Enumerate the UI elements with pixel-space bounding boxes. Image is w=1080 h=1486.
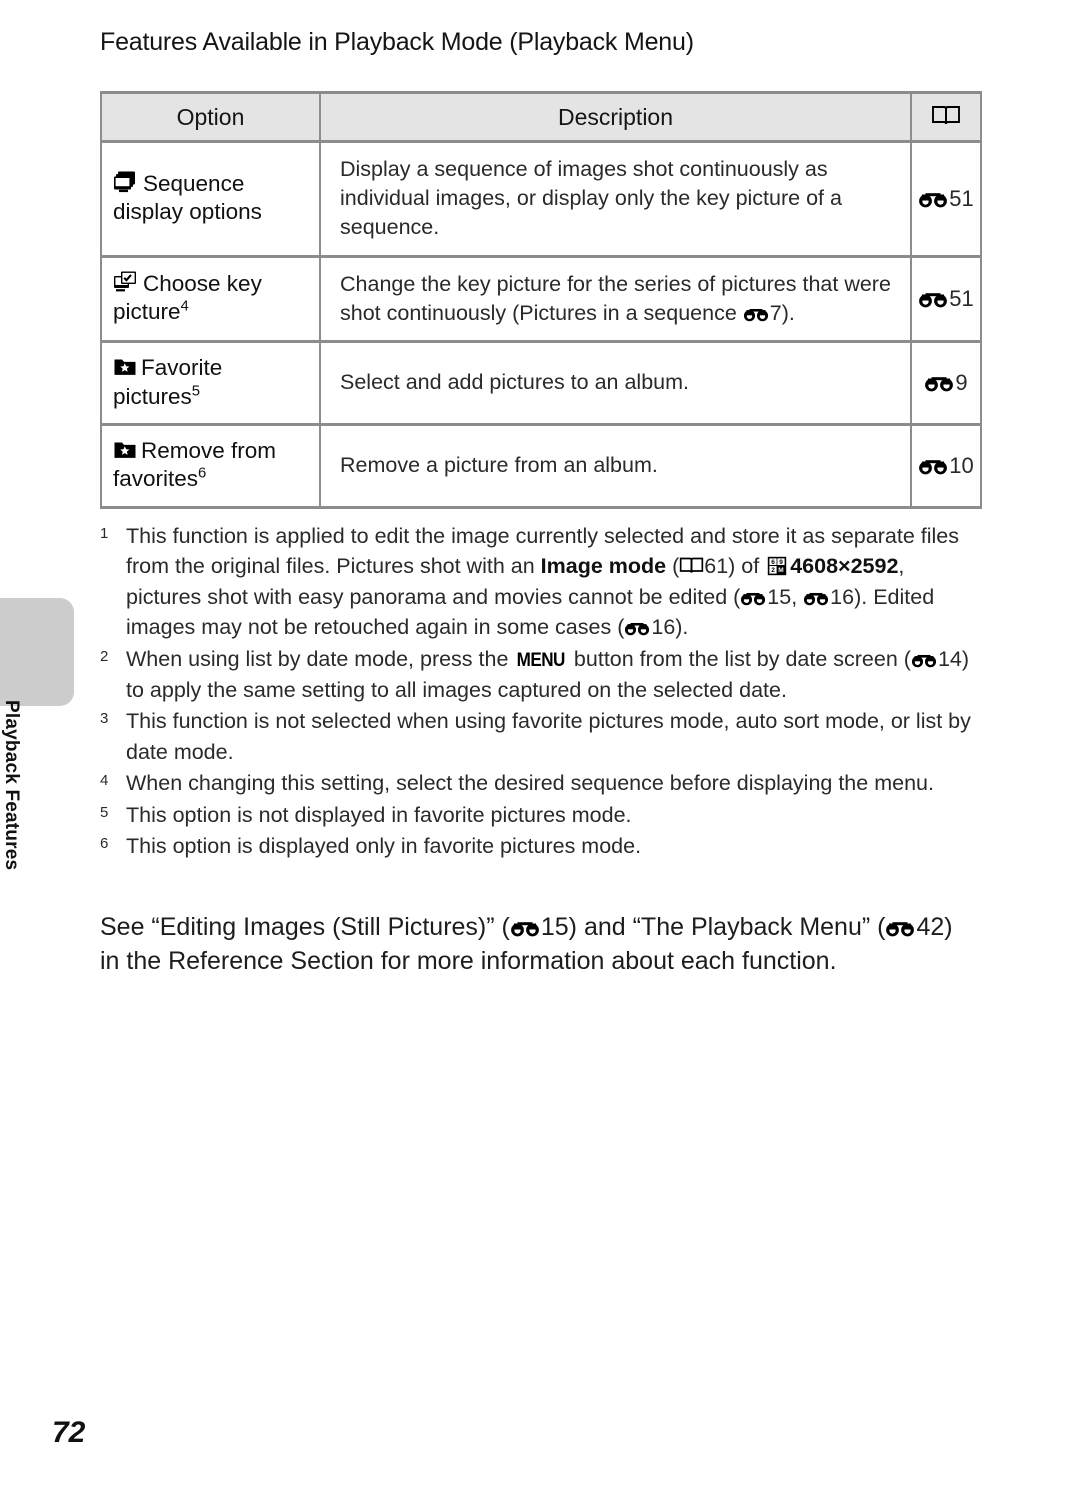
page-title: Features Available in Playback Mode (Pla… (100, 28, 694, 56)
option-cell: Choose key picture4 (100, 254, 321, 344)
reference-page: 51 (949, 285, 974, 311)
table-row: Remove from favorites6 Remove a picture … (100, 422, 982, 509)
footnote-number: 2 (100, 647, 109, 665)
table-row: Sequence display options Display a seque… (100, 140, 982, 258)
chapter-tab-label: Playback Features (1, 700, 22, 871)
description-cell: Select and add pictures to an album. (319, 340, 912, 426)
option-label-line1: Remove from (141, 437, 277, 463)
option-cell: Sequence display options (100, 140, 321, 258)
option-label-line1: Sequence (143, 171, 245, 196)
footnote-text-part2: ( (666, 554, 680, 579)
table-row: Favorite pictures5 Select and add pictur… (100, 340, 982, 426)
reference-section-icon (918, 290, 948, 308)
favorite-folder-icon (113, 439, 137, 461)
reference-cell: 10 (910, 422, 982, 509)
option-label-line1: Choose key (143, 271, 262, 297)
reference-section-icon (803, 590, 829, 606)
reference-section-icon (624, 620, 650, 636)
footnote-text: When changing this setting, select the d… (126, 771, 934, 796)
footnote-marker: 4 (180, 298, 189, 315)
closing-paragraph: See “Editing Images (Still Pictures)” ( 1… (100, 910, 970, 979)
footnotes-list: 1 This function is applied to edit the i… (100, 521, 980, 862)
description-cell: Change the key picture for the series of… (319, 254, 912, 344)
footnote-item: 5 This option is not displayed in favori… (100, 800, 980, 831)
table-header-row: Option Description (100, 91, 982, 143)
option-label-line2: display options (113, 199, 262, 225)
svg-text:9: 9 (779, 559, 783, 566)
closing-ref1: 15) and “The Playback Menu” ( (540, 912, 886, 941)
footnote-number: 4 (100, 772, 109, 790)
reference-cell: 51 (910, 254, 982, 344)
footnote-ref2: 15, (767, 584, 804, 609)
footnote-number: 5 (100, 803, 109, 821)
features-table: Option Description Sequence display opti… (100, 91, 982, 509)
choose-key-picture-icon (113, 270, 139, 294)
column-header-reference (910, 91, 982, 143)
footnote-text: This function is not selected when using… (126, 709, 971, 764)
reference-section-icon (740, 590, 766, 606)
option-label-line1: Favorite (141, 355, 223, 381)
reference-section-icon (918, 190, 948, 208)
svg-text:6: 6 (771, 559, 775, 566)
footnote-text-part1: When using list by date mode, press the (126, 646, 515, 671)
reference-section-icon (510, 919, 540, 937)
footnote-item: 1 This function is applied to edit the i… (100, 521, 980, 643)
footnote-ref1: 61) of (704, 554, 766, 579)
description-text-post: 7). (769, 300, 795, 325)
reference-page: 10 (949, 452, 974, 478)
reference-cell: 51 (910, 140, 982, 258)
footnote-number: 3 (100, 710, 109, 728)
description-cell: Remove a picture from an album. (319, 422, 912, 509)
footnote-text: This option is not displayed in favorite… (126, 802, 632, 827)
footnote-item: 3 This function is not selected when usi… (100, 706, 980, 767)
page-content: Features Available in Playback Mode (Pla… (100, 28, 982, 979)
footnote-text: When using list by date mode, press the … (126, 644, 980, 705)
reference-section-icon (743, 306, 769, 322)
image-mode-icon: 692M (767, 556, 787, 576)
description-text-pre: Change the key picture for the series of… (340, 271, 891, 325)
footnote-marker: 5 (191, 383, 201, 400)
footnote-bold-resolution: 4608×2592 (790, 554, 899, 579)
reference-section-icon (918, 457, 948, 475)
sequence-stack-icon (113, 170, 139, 194)
page-number: 72 (52, 1416, 86, 1449)
footnote-text-part2: button from the list by date screen ( (567, 646, 911, 671)
option-cell: Favorite pictures5 (100, 340, 321, 426)
column-header-description: Description (319, 91, 912, 143)
reference-section-icon (911, 652, 937, 668)
option-label-line2: picture (113, 299, 181, 325)
footnote-number: 6 (100, 835, 109, 853)
chapter-tab-marker (0, 598, 74, 706)
reference-section-icon (885, 919, 915, 937)
table-row: Choose key picture4 Change the key pictu… (100, 254, 982, 344)
option-label-line2: pictures (113, 383, 192, 409)
footnote-number: 1 (100, 524, 109, 542)
menu-button-icon: MENU (517, 649, 566, 671)
footnote-item: 4 When changing this setting, select the… (100, 768, 980, 799)
option-label-line2: favorites (113, 466, 199, 492)
footnote-bold-image-mode: Image mode (540, 554, 667, 579)
svg-text:M: M (778, 567, 783, 574)
footnote-ref4: 16). (651, 615, 689, 640)
footnote-marker: 6 (198, 465, 207, 482)
open-book-icon (931, 104, 961, 128)
reference-cell: 9 (910, 340, 982, 426)
footnote-text: This option is displayed only in favorit… (126, 834, 642, 859)
footnote-item: 6 This option is displayed only in favor… (100, 831, 980, 862)
open-book-icon (679, 556, 704, 576)
reference-section-icon (924, 374, 954, 392)
footnote-text: This function is applied to edit the ima… (126, 521, 980, 643)
footnote-item: 2 When using list by date mode, press th… (100, 644, 980, 705)
favorite-folder-icon (113, 356, 137, 378)
svg-text:2: 2 (771, 567, 775, 574)
option-cell: Remove from favorites6 (100, 422, 321, 509)
closing-text-part1: See “Editing Images (Still Pictures)” ( (100, 912, 510, 941)
column-header-option: Option (100, 91, 321, 143)
description-cell: Display a sequence of images shot contin… (319, 140, 912, 258)
reference-page: 51 (949, 185, 974, 211)
reference-page: 9 (955, 370, 968, 396)
